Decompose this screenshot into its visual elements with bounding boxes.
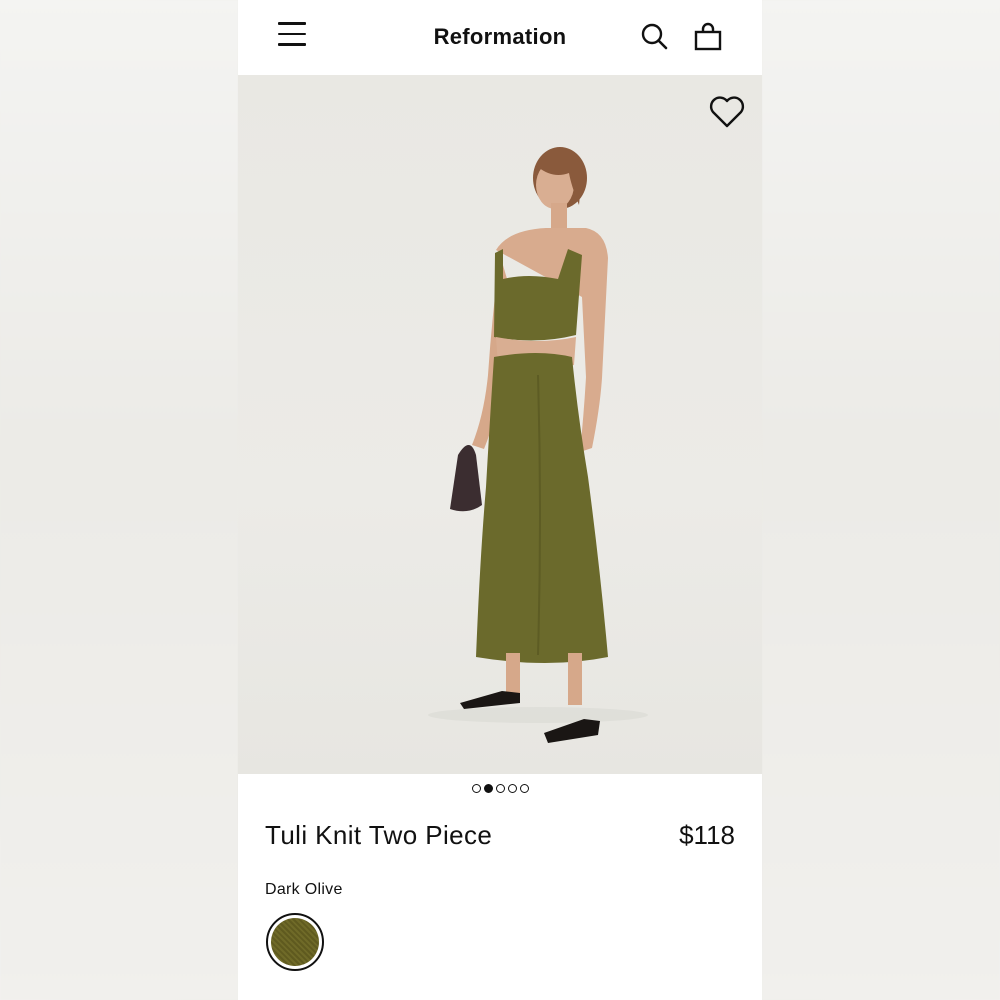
color-swatch-selected[interactable]: [266, 913, 324, 971]
pagination-dot[interactable]: [507, 784, 517, 793]
shopping-bag-icon[interactable]: [693, 22, 723, 52]
pagination-dot[interactable]: [471, 784, 481, 793]
blurred-backdrop-left: [0, 0, 238, 1000]
product-title: Tuli Knit Two Piece: [265, 820, 493, 850]
color-label: Dark Olive: [265, 881, 343, 898]
product-image[interactable]: [238, 75, 762, 774]
blurred-backdrop-right: [762, 0, 1000, 1000]
color-swatch: [271, 918, 319, 966]
model-photo: [428, 147, 648, 743]
product-page: Reformation Tuli Knit Two Piece $118 Dar…: [238, 0, 762, 1000]
pagination-dot[interactable]: [519, 784, 529, 793]
pagination-dot[interactable]: [495, 784, 505, 793]
top-navigation-bar: Reformation: [238, 0, 762, 75]
image-pagination: [238, 784, 762, 798]
search-icon[interactable]: [640, 22, 670, 52]
product-price: $118: [679, 820, 735, 850]
brand-logo[interactable]: Reformation: [238, 24, 762, 50]
heart-icon[interactable]: [709, 95, 745, 129]
pagination-dot-active[interactable]: [483, 784, 493, 793]
